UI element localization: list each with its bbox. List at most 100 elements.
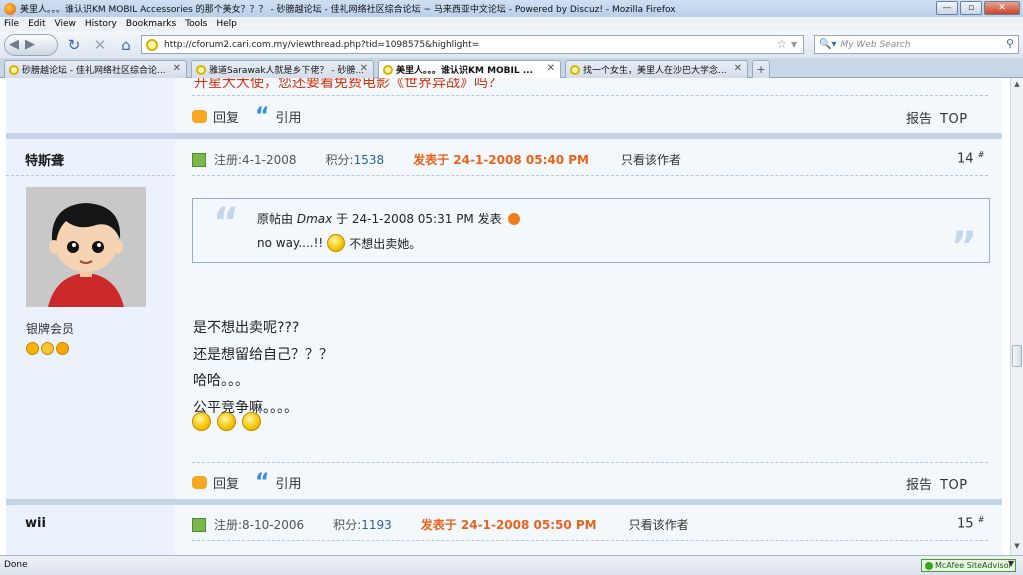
- menu-view[interactable]: View: [55, 19, 76, 29]
- tab-1[interactable]: 雅道Sarawak人就是乡下佬？ - 砂膀... ✕: [191, 60, 374, 78]
- address-bar[interactable]: http://cforum2.cari.com.my/viewthread.ph…: [141, 35, 804, 54]
- profile-icon[interactable]: [192, 517, 206, 532]
- sidebar-divider: [6, 175, 175, 176]
- reply-icon[interactable]: [192, 110, 207, 123]
- tab-close-icon[interactable]: ✕: [734, 63, 742, 74]
- report-link[interactable]: 报告: [906, 478, 932, 493]
- post14-avatar[interactable]: [26, 187, 146, 307]
- menu-tools[interactable]: Tools: [185, 19, 207, 29]
- tab-2-active[interactable]: 美里人。。。谁认识KM MOBIL ... ✕: [378, 60, 561, 78]
- top-link[interactable]: TOP: [940, 112, 968, 127]
- reload-icon[interactable]: ↻: [64, 35, 84, 55]
- quote-link[interactable]: 引用: [275, 107, 301, 126]
- report-link[interactable]: 报告: [906, 112, 932, 127]
- scroll-up-icon[interactable]: ▲: [1012, 80, 1022, 90]
- post15-username[interactable]: wii: [25, 516, 46, 531]
- post15-registered: 注册:8-10-2006: [214, 518, 305, 532]
- search-box[interactable]: 🔍▾ My Web Search ⚲: [814, 35, 1019, 54]
- post14-meta: 注册:4-1-2008 积分:1538 发表于 24-1-2008 05:40 …: [192, 151, 681, 168]
- post14-actions: 回复 “ 引用: [192, 471, 302, 493]
- menu-file[interactable]: File: [4, 19, 19, 29]
- quote-icon[interactable]: “: [255, 105, 269, 127]
- tab-bar: 砂膀越论坛 - 佳礼网络社区综合论... ✕ 雅道Sarawak人就是乡下佬？ …: [0, 58, 1023, 78]
- chevron-down-icon[interactable]: ▼: [1008, 559, 1014, 568]
- quote-header: 原帖由 Dmax 于 24-1-2008 05:31 PM 发表: [257, 210, 521, 227]
- divider: [192, 175, 988, 176]
- tab-label: 砂膀越论坛 - 佳礼网络社区综合论...: [22, 66, 166, 76]
- minimize-button[interactable]: —: [936, 1, 958, 15]
- post14-smileys: [192, 412, 261, 431]
- mcafee-siteadvisor-badge[interactable]: McAfee SiteAdvisor: [921, 559, 1016, 572]
- tab-close-icon[interactable]: ✕: [547, 63, 555, 74]
- stop-icon[interactable]: ✕: [90, 35, 110, 55]
- reply-icon[interactable]: [192, 476, 207, 489]
- tab-0[interactable]: 砂膀越论坛 - 佳礼网络社区综合论... ✕: [4, 60, 187, 78]
- bookmark-star-icon[interactable]: ☆ ▾: [776, 37, 797, 51]
- close-button[interactable]: ✕: [984, 1, 1020, 15]
- menu-history[interactable]: History: [85, 19, 117, 29]
- body-line: 哈哈。。。: [193, 373, 249, 389]
- search-engine-icon[interactable]: 🔍▾: [819, 39, 836, 50]
- window-controls: — ▫ ✕: [936, 1, 1020, 15]
- top-link[interactable]: TOP: [940, 478, 968, 493]
- post15-floor-number: 15 #: [957, 515, 984, 531]
- tab-favicon-icon: [570, 64, 580, 75]
- smiley-icon: [192, 412, 211, 431]
- url-text[interactable]: http://cforum2.cari.com.my/viewthread.ph…: [164, 40, 479, 50]
- menu-edit[interactable]: Edit: [28, 19, 45, 29]
- divider: [192, 95, 988, 96]
- body-line: 是不想出卖呢???: [193, 320, 300, 336]
- new-tab-button[interactable]: +: [752, 60, 770, 78]
- window-title: 美里人。。。谁认识KM MOBIL Accessories 的那个美女？？？ -…: [20, 5, 676, 15]
- quote-author-link[interactable]: Dmax: [297, 212, 332, 226]
- search-placeholder[interactable]: My Web Search: [840, 40, 910, 50]
- menu-bookmarks[interactable]: Bookmarks: [126, 19, 176, 29]
- body-line: 还是想留给自己？？？: [193, 346, 333, 363]
- moon-icon: [41, 342, 54, 355]
- tab-label: 美里人。。。谁认识KM MOBIL ...: [396, 66, 534, 76]
- jump-to-post-icon[interactable]: [508, 213, 521, 225]
- prev-post-sidebar: [6, 78, 175, 133]
- forward-arrow-icon[interactable]: ▶: [25, 37, 35, 52]
- quote-link[interactable]: 引用: [275, 473, 301, 492]
- scroll-down-icon[interactable]: ▼: [1012, 542, 1022, 552]
- post15-posted-time: 发表于 24-1-2008 05:50 PM: [420, 518, 597, 532]
- post15-points: 积分:1193: [333, 516, 392, 533]
- vertical-scrollbar[interactable]: ▲ ▼: [1010, 78, 1023, 555]
- tab-close-icon[interactable]: ✕: [360, 63, 368, 74]
- home-icon[interactable]: ⌂: [116, 35, 136, 55]
- title-bar: 美里人。。。谁认识KM MOBIL Accessories 的那个美女？？？ -…: [0, 0, 1023, 17]
- back-arrow-icon[interactable]: ◀: [9, 37, 19, 52]
- smiley-icon: [327, 234, 346, 252]
- post14-floor-number: 14 #: [957, 150, 984, 166]
- points-value: 1538: [353, 153, 385, 167]
- quote-content: no way....!! 不想出卖她。: [257, 234, 421, 252]
- post14-only-author-link[interactable]: 只看该作者: [621, 151, 681, 168]
- maximize-button[interactable]: ▫: [960, 1, 982, 15]
- site-favicon-icon: [146, 38, 158, 51]
- quote-suffix: 于 24-1-2008 05:31 PM 发表: [336, 212, 502, 226]
- menu-bar: File Edit View History Bookmarks Tools H…: [0, 17, 1023, 31]
- points-label: 积分:: [325, 153, 354, 167]
- reply-link[interactable]: 回复: [213, 473, 239, 492]
- quote-icon[interactable]: “: [255, 471, 269, 493]
- post14-rank-stars: [26, 342, 69, 355]
- tab-label: 找一个女生，美里人在沙巴大学念...: [583, 66, 727, 76]
- reply-link[interactable]: 回复: [213, 107, 239, 126]
- navigation-toolbar: ◀ ▶ ↻ ✕ ⌂ http://cforum2.cari.com.my/vie…: [0, 31, 1023, 58]
- post14-rank: 银牌会员: [26, 322, 75, 336]
- post14-username[interactable]: 特斯聋: [25, 150, 64, 169]
- menu-help[interactable]: Help: [216, 19, 237, 29]
- post15-only-author-link[interactable]: 只看该作者: [629, 516, 689, 533]
- tab-close-icon[interactable]: ✕: [173, 63, 181, 74]
- search-go-icon[interactable]: ⚲: [1006, 37, 1014, 50]
- firefox-icon: [4, 2, 16, 15]
- back-forward-buttons[interactable]: ◀ ▶: [4, 33, 58, 56]
- tab-3[interactable]: 找一个女生，美里人在沙巴大学念... ✕: [565, 60, 748, 78]
- floor-sup: #: [977, 150, 985, 159]
- prev-post-actions: 回复 “ 引用: [192, 105, 302, 127]
- scroll-thumb[interactable]: [1012, 345, 1022, 367]
- profile-icon[interactable]: [192, 152, 206, 167]
- status-bar: Done McAfee SiteAdvisor ▼: [0, 555, 1023, 575]
- quote-prefix: 原帖由: [257, 212, 294, 226]
